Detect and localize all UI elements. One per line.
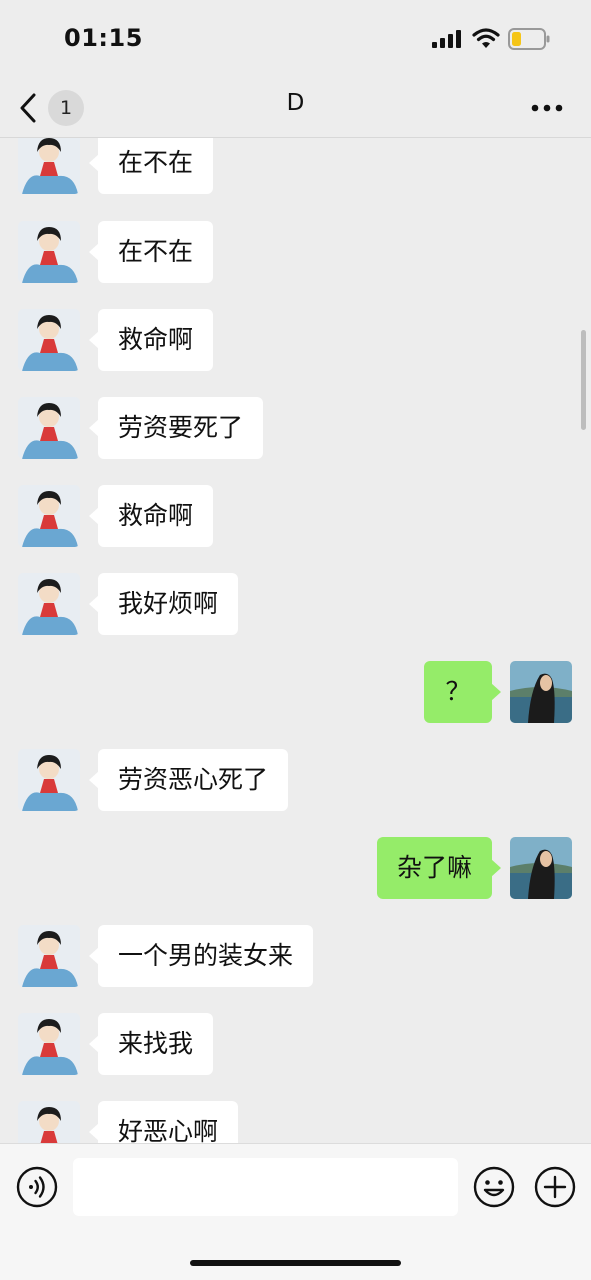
message-row: 救命啊	[0, 485, 591, 549]
contact-avatar[interactable]	[18, 925, 80, 987]
contact-avatar[interactable]	[18, 397, 80, 459]
message-row: 来找我	[0, 1013, 591, 1077]
message-bubble[interactable]: 在不在	[88, 221, 214, 283]
message-row: 劳资要死了	[0, 397, 591, 461]
message-bubble[interactable]: 来找我	[88, 1013, 214, 1075]
message-row: 我好烦啊	[0, 573, 591, 637]
message-bubble[interactable]: 杂了嘛	[377, 837, 501, 899]
message-row: ？	[0, 661, 591, 725]
contact-avatar[interactable]	[18, 309, 80, 371]
emoji-icon[interactable]	[473, 1166, 515, 1208]
chat-header: 1 D	[0, 80, 591, 138]
my-avatar[interactable]	[510, 837, 572, 899]
message-bubble[interactable]: 救命啊	[88, 309, 214, 371]
message-bubble[interactable]: 好恶心啊	[88, 1101, 239, 1143]
wifi-icon	[472, 28, 500, 48]
message-row: 救命啊	[0, 309, 591, 373]
voice-input-icon[interactable]	[16, 1166, 58, 1208]
message-row: 在不在	[0, 138, 591, 196]
battery-icon	[508, 28, 550, 50]
home-indicator[interactable]	[190, 1260, 401, 1266]
contact-avatar[interactable]	[18, 1013, 80, 1075]
scrollbar[interactable]	[581, 330, 586, 430]
message-row: 在不在	[0, 221, 591, 285]
cellular-signal-icon	[432, 30, 462, 48]
message-list[interactable]: 在不在 在不在 救命啊 劳资要死了 救命啊 我好烦啊 ？ 劳资恶心死了 杂了嘛 …	[0, 138, 591, 1143]
message-bubble[interactable]: 劳资要死了	[88, 397, 264, 459]
message-row: 一个男的装女来	[0, 925, 591, 989]
status-time: 01:15	[64, 24, 143, 52]
contact-avatar[interactable]	[18, 573, 80, 635]
message-input[interactable]	[73, 1158, 458, 1216]
contact-avatar[interactable]	[18, 485, 80, 547]
contact-avatar[interactable]	[18, 221, 80, 283]
my-avatar[interactable]	[510, 661, 572, 723]
message-bubble[interactable]: 我好烦啊	[88, 573, 239, 635]
more-options-icon[interactable]	[530, 98, 564, 118]
message-row: 杂了嘛	[0, 837, 591, 901]
status-bar: 01:15	[0, 0, 591, 80]
message-row: 劳资恶心死了	[0, 749, 591, 813]
contact-avatar[interactable]	[18, 1101, 80, 1143]
message-bubble[interactable]: 救命啊	[88, 485, 214, 547]
message-bubble[interactable]: 劳资恶心死了	[88, 749, 289, 811]
contact-avatar[interactable]	[18, 138, 80, 194]
message-bubble[interactable]: 在不在	[88, 138, 214, 194]
chat-title: D	[286, 90, 305, 116]
message-row: 好恶心啊	[0, 1101, 591, 1143]
message-bubble[interactable]: 一个男的装女来	[88, 925, 314, 987]
message-bubble[interactable]: ？	[424, 661, 501, 723]
plus-icon[interactable]	[534, 1166, 576, 1208]
contact-avatar[interactable]	[18, 749, 80, 811]
